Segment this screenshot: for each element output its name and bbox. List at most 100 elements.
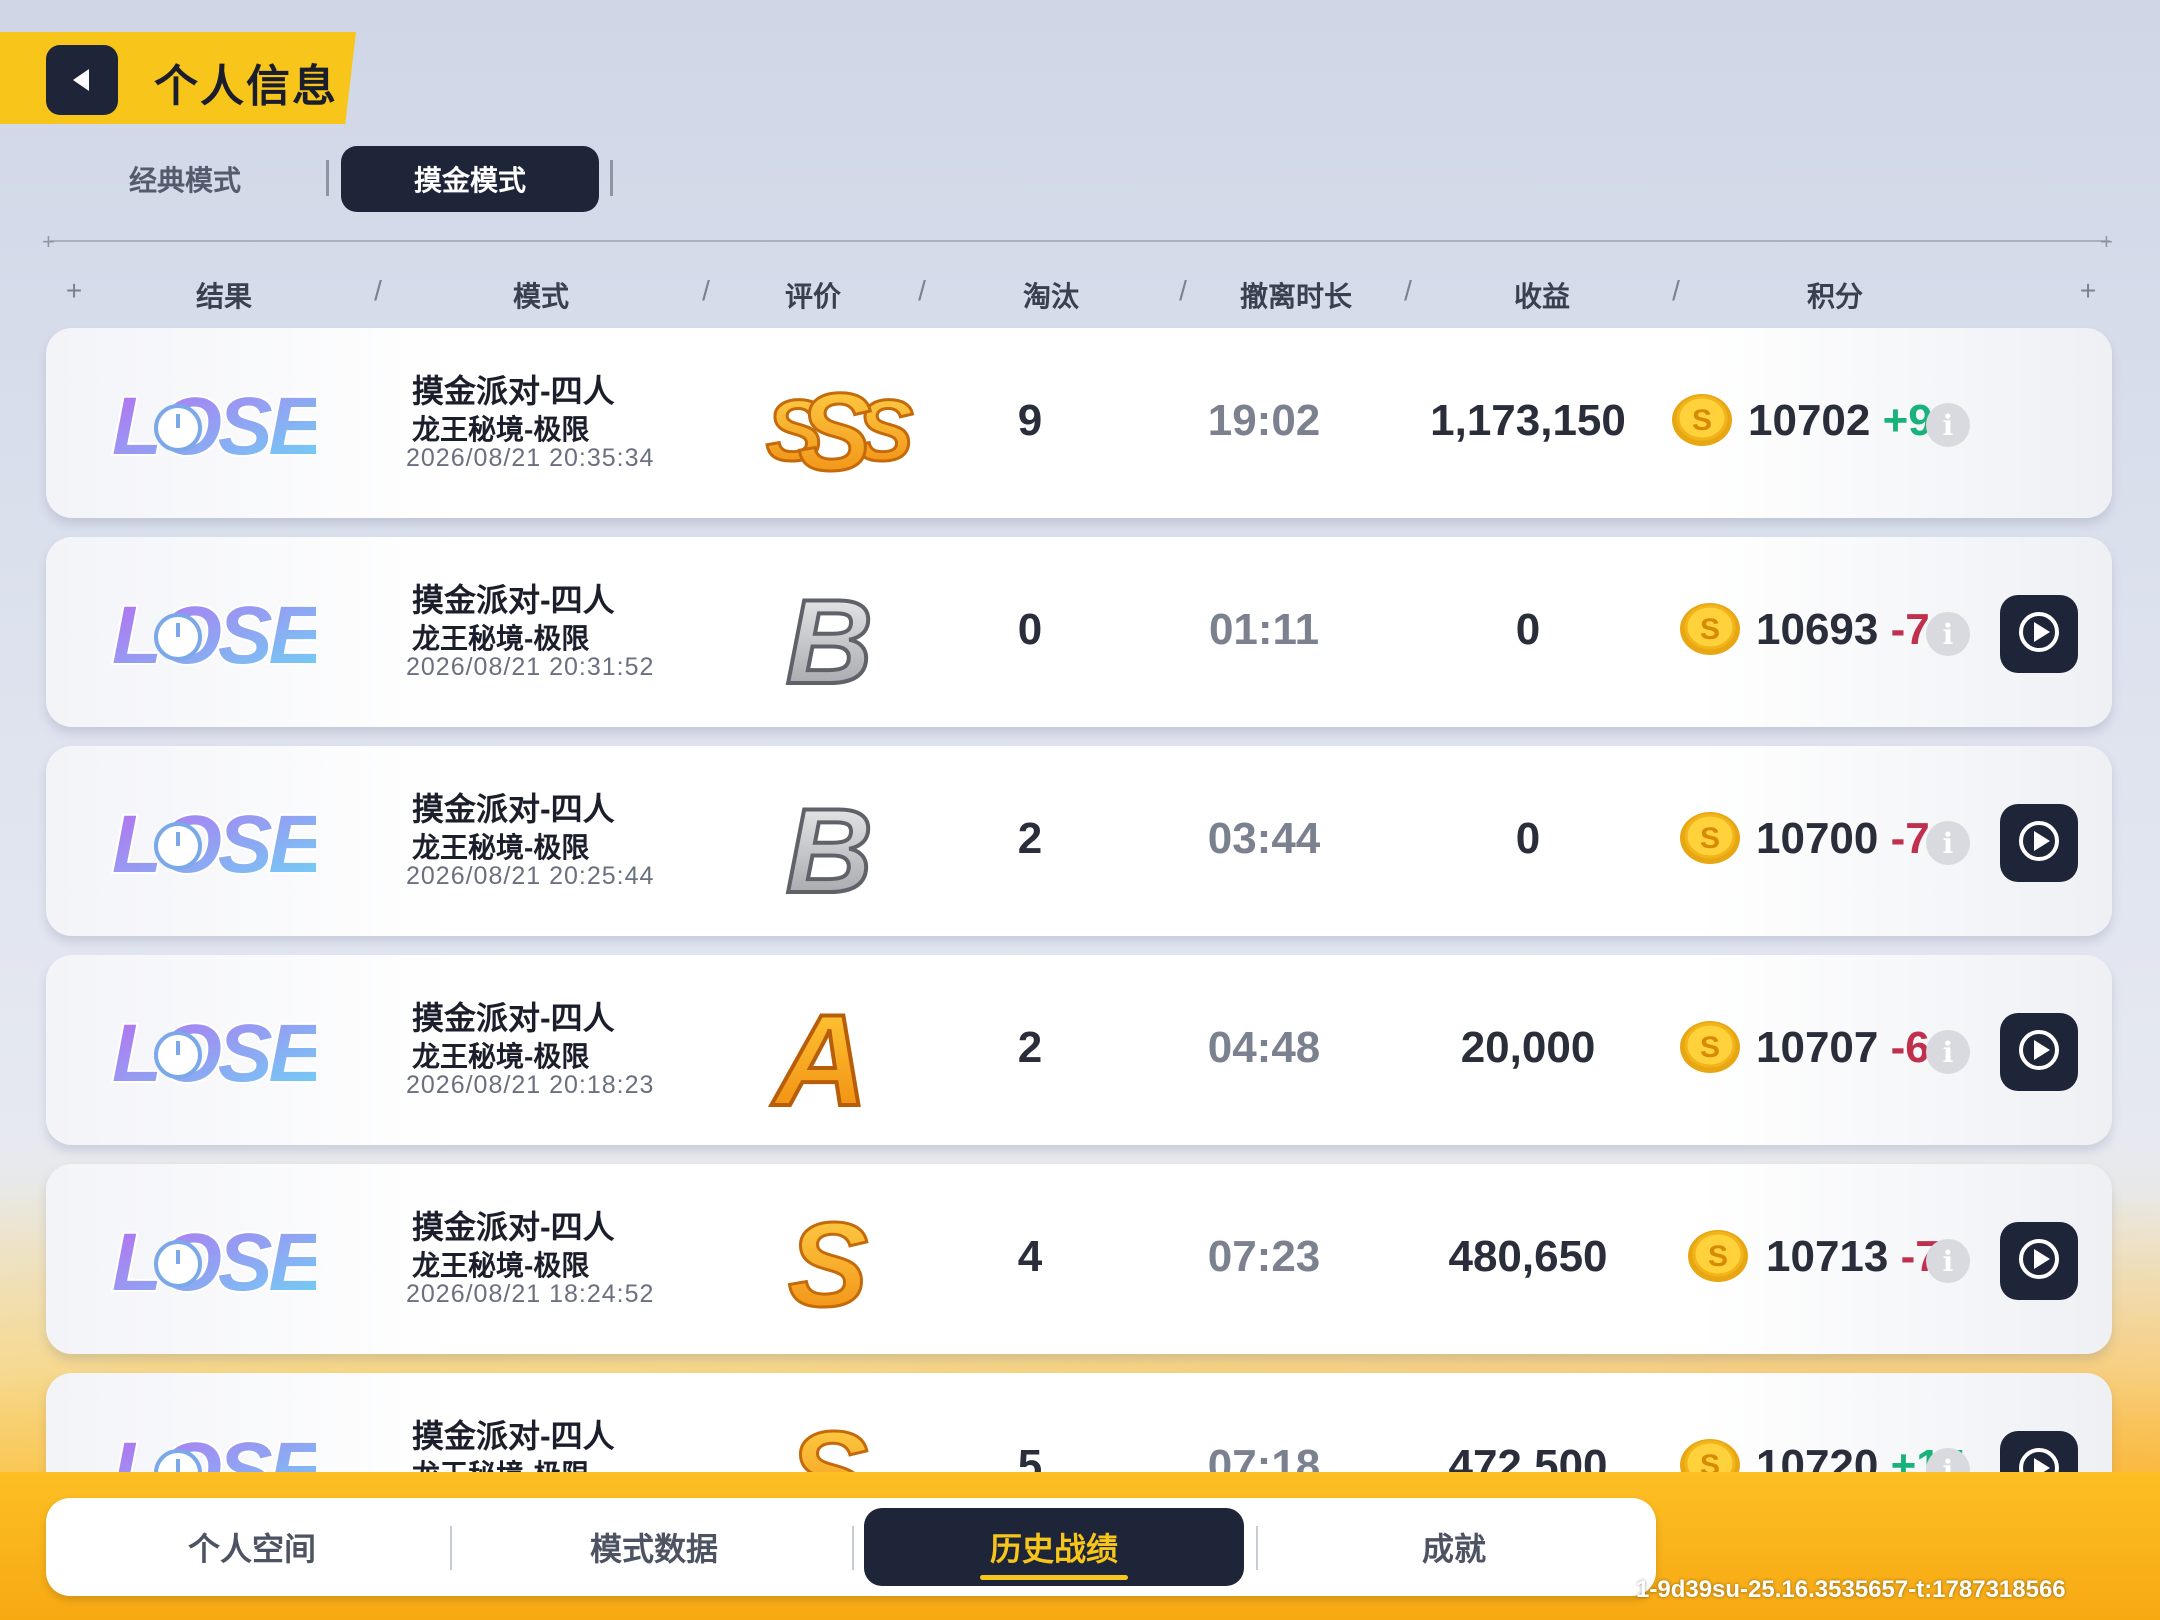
coin-icon: S — [1670, 390, 1734, 448]
plus-mark: + — [2100, 229, 2113, 254]
match-map: 龙王秘境-极限 — [412, 623, 590, 654]
match-mode: 摸金派对-四人 — [412, 373, 615, 409]
match-mode: 摸金派对-四人 — [412, 1209, 615, 1245]
result-lose-badge: LOSE — [106, 1003, 332, 1101]
svg-text:LOSE: LOSE — [112, 1217, 316, 1304]
coin-icon: S — [1678, 599, 1742, 657]
score-number: 10700 — [1756, 814, 1879, 863]
extract-time-value: 19:02 — [1207, 396, 1321, 445]
svg-text:B: B — [786, 575, 873, 707]
col-sep: / — [1672, 275, 1680, 306]
header-divider — [50, 240, 2110, 242]
score-delta: -6 — [1890, 1023, 1930, 1072]
info-icon[interactable]: i — [1926, 403, 1970, 447]
result-lose-badge: LOSE — [106, 794, 332, 892]
info-icon[interactable]: i — [1926, 821, 1970, 865]
eliminations-value: 2 — [1017, 1023, 1043, 1072]
score-delta: -7 — [1890, 605, 1930, 654]
eliminations-value: 0 — [1017, 605, 1043, 654]
tab-gold-mode[interactable]: 摸金模式 — [341, 146, 599, 212]
earnings-value: 20,000 — [1460, 1023, 1596, 1072]
extract-time-value: 01:11 — [1208, 605, 1320, 654]
info-icon[interactable]: i — [1926, 1030, 1970, 1074]
header-plus: + — [65, 275, 83, 306]
extract-time-value: 03:44 — [1207, 814, 1321, 863]
col-sep: / — [1404, 275, 1412, 306]
col-sep: / — [374, 275, 382, 306]
replay-button[interactable] — [2000, 1013, 2078, 1091]
col-sep: / — [1179, 275, 1187, 306]
svg-text:A: A — [771, 987, 868, 1125]
info-icon[interactable]: i — [1926, 1239, 1970, 1283]
result-lose-badge: LOSE — [106, 376, 332, 474]
svg-text:LOSE: LOSE — [112, 590, 316, 677]
page-title: 个人信息 — [154, 62, 338, 111]
earnings-value: 0 — [1515, 605, 1541, 654]
svg-text:S: S — [1700, 822, 1720, 855]
col-grade: 评价 — [784, 281, 842, 312]
col-result: 结果 — [195, 281, 253, 312]
match-row[interactable]: LOSE 摸金派对-四人 龙王秘境-极限 2026/08/21 20:35:34 S S S… — [46, 328, 2112, 518]
nav-divider — [450, 1526, 452, 1570]
nav-mode-data[interactable]: 模式数据 — [464, 1508, 844, 1586]
replay-button[interactable] — [2000, 1222, 2078, 1300]
earnings-value: 1,173,150 — [1430, 396, 1626, 445]
tab-divider — [326, 160, 329, 196]
score-value: 10707 -6 — [1756, 1023, 1930, 1073]
match-map: 龙王秘境-极限 — [412, 832, 590, 863]
col-sep: / — [918, 275, 926, 306]
svg-text:LOSE: LOSE — [112, 799, 316, 886]
grade-badge-a: A — [746, 975, 926, 1135]
match-mode: 摸金派对-四人 — [412, 1000, 615, 1036]
match-row[interactable]: LOSE 摸金派对-四人 龙王秘境-极限 2026/08/21 18:24:52 S 4 0… — [46, 1164, 2112, 1354]
play-icon — [2015, 1235, 2063, 1288]
result-lose-badge: LOSE — [106, 585, 332, 683]
match-date: 2026/08/21 18:24:52 — [406, 1280, 655, 1308]
match-row[interactable]: LOSE 摸金派对-四人龙王秘境-极限 2026/08/21 20:31:52 B 0 0… — [46, 537, 2112, 727]
score-value: 10700 -7 — [1756, 814, 1930, 864]
score-number: 10702 — [1748, 396, 1871, 445]
match-row[interactable]: LOSE 摸金派对-四人 龙王秘境-极限 2026/08/21 20:18:23 A 2 0… — [46, 955, 2112, 1145]
extract-time-value: 04:48 — [1207, 1023, 1321, 1072]
nav-match-history[interactable]: 历史战绩 — [864, 1508, 1244, 1586]
grade-badge-b: B — [746, 766, 926, 920]
match-row[interactable]: LOSE 摸金派对-四人 龙王秘境-极限 2026/08/21 20:25:44 B 2 0… — [46, 746, 2112, 936]
header-plus: + — [2079, 275, 2097, 306]
tab-divider — [610, 160, 613, 196]
match-map: 龙王秘境-极限 — [412, 1250, 590, 1281]
info-icon[interactable]: i — [1926, 612, 1970, 656]
nav-divider — [1256, 1526, 1258, 1570]
grade-badge-s: S — [746, 1184, 926, 1334]
match-mode: 摸金派对-四人 — [412, 582, 615, 618]
score-value: 10713 -7 — [1766, 1232, 1940, 1282]
match-map: 龙王秘境-极限 — [412, 414, 590, 445]
eliminations-value: 9 — [1017, 396, 1043, 445]
coin-icon: S — [1686, 1226, 1750, 1284]
coin-icon: S — [1678, 808, 1742, 866]
nav-achievements[interactable]: 成就 — [1264, 1508, 1644, 1586]
match-date: 2026/08/21 20:31:52 — [406, 653, 655, 681]
coin-icon: S — [1678, 1017, 1742, 1075]
result-lose-badge: LOSE — [106, 1212, 332, 1310]
plus-mark: + — [42, 229, 55, 254]
back-button[interactable] — [46, 45, 118, 115]
nav-personal-space[interactable]: 个人空间 — [62, 1508, 442, 1586]
play-icon — [2015, 817, 2063, 870]
replay-button[interactable] — [2000, 804, 2078, 882]
earnings-value: 480,650 — [1448, 1232, 1608, 1281]
col-extract-time: 撤离时长 — [1239, 281, 1353, 312]
col-eliminations: 淘汰 — [1022, 281, 1080, 312]
nav-divider — [852, 1526, 854, 1570]
match-mode: 摸金派对-四人 — [412, 791, 615, 827]
tab-classic-mode[interactable]: 经典模式 — [56, 146, 314, 212]
back-arrow-icon — [73, 69, 89, 91]
extract-time-value: 07:23 — [1207, 1232, 1321, 1281]
grade-badge-b: B — [746, 557, 926, 711]
col-earnings: 收益 — [1513, 281, 1571, 312]
grade-badge-sss: SSS — [746, 348, 926, 498]
svg-text:S: S — [1700, 613, 1720, 646]
svg-text:S: S — [1700, 1031, 1720, 1064]
earnings-value: 0 — [1515, 814, 1541, 863]
score-value: 10693 -7 — [1756, 605, 1930, 655]
replay-button[interactable] — [2000, 595, 2078, 673]
